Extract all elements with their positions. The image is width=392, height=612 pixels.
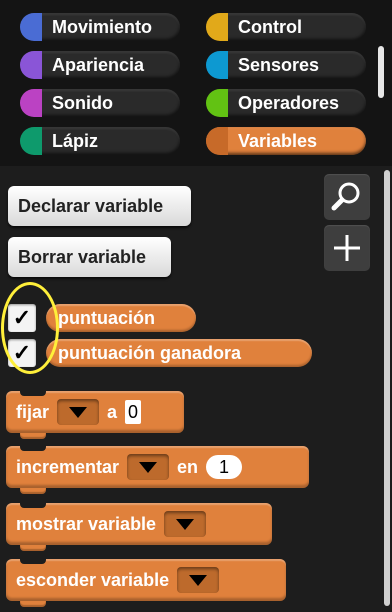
variable-dropdown[interactable] [164, 511, 207, 537]
category-movimiento[interactable]: Movimiento [20, 13, 180, 41]
category-selector: Movimiento Control Apariencia Sensores S… [0, 0, 392, 166]
number-input[interactable]: 1 [206, 455, 243, 479]
block-tab [20, 488, 46, 494]
category-label: Movimiento [52, 17, 153, 37]
show-variable-block[interactable]: mostrar variable [6, 502, 272, 551]
palette-scrollbar[interactable] [384, 170, 390, 606]
search-icon [331, 182, 360, 211]
block-tab [20, 545, 46, 551]
variable-reporter-puntuacion-ganadora[interactable]: puntuación ganadora [46, 339, 312, 367]
category-sensores[interactable]: Sensores [206, 51, 366, 79]
set-variable-block[interactable]: fijar a 0 [6, 390, 184, 439]
plus-icon [334, 235, 360, 261]
block-label: mostrar variable [16, 513, 157, 534]
category-variables[interactable]: Variables [206, 127, 366, 155]
category-label: Operadores [238, 93, 340, 113]
category-color-swatch [206, 127, 228, 155]
declare-variable-button[interactable]: Declarar variable [8, 186, 191, 226]
change-variable-block[interactable]: incrementar en 1 [6, 445, 309, 494]
dropdown-arrow-icon [189, 575, 208, 586]
category-color-swatch [20, 127, 42, 155]
category-label: Control [238, 17, 302, 37]
category-label: Apariencia [52, 55, 145, 75]
category-label: Variables [238, 131, 318, 151]
block-palette: Declarar variable Borrar variable ✓ punt… [0, 166, 392, 612]
category-label: Lápiz [52, 131, 99, 151]
block-label: incrementar [16, 456, 120, 477]
variable-dropdown[interactable] [57, 399, 100, 425]
add-button[interactable] [324, 225, 370, 271]
block-label: esconder variable [16, 569, 170, 590]
value-input[interactable]: 0 [125, 400, 142, 424]
category-color-swatch [20, 13, 42, 41]
variable-reporter-puntuacion[interactable]: puntuación [46, 304, 196, 332]
block-label: a [107, 401, 118, 422]
block-tab [20, 601, 46, 607]
search-button[interactable] [324, 174, 370, 220]
variable-dropdown[interactable] [127, 454, 170, 480]
category-apariencia[interactable]: Apariencia [20, 51, 180, 79]
dropdown-arrow-icon [139, 462, 158, 473]
variable-dropdown[interactable] [177, 567, 220, 593]
category-color-swatch [206, 13, 228, 41]
delete-variable-button[interactable]: Borrar variable [8, 237, 171, 277]
dropdown-arrow-icon [176, 519, 195, 530]
category-lapiz[interactable]: Lápiz [20, 127, 180, 155]
category-operadores[interactable]: Operadores [206, 89, 366, 117]
category-label: Sonido [52, 93, 113, 113]
category-label: Sensores [238, 55, 320, 75]
dropdown-arrow-icon [69, 407, 88, 418]
block-label: fijar [16, 401, 50, 422]
category-scrollbar[interactable] [378, 46, 384, 98]
block-label: en [177, 456, 199, 477]
category-color-swatch [206, 51, 228, 79]
category-sonido[interactable]: Sonido [20, 89, 180, 117]
highlight-ellipse [1, 282, 59, 374]
category-color-swatch [206, 89, 228, 117]
block-tab [20, 433, 46, 439]
hide-variable-block[interactable]: esconder variable [6, 558, 286, 607]
category-color-swatch [20, 51, 42, 79]
category-color-swatch [20, 89, 42, 117]
category-control[interactable]: Control [206, 13, 366, 41]
